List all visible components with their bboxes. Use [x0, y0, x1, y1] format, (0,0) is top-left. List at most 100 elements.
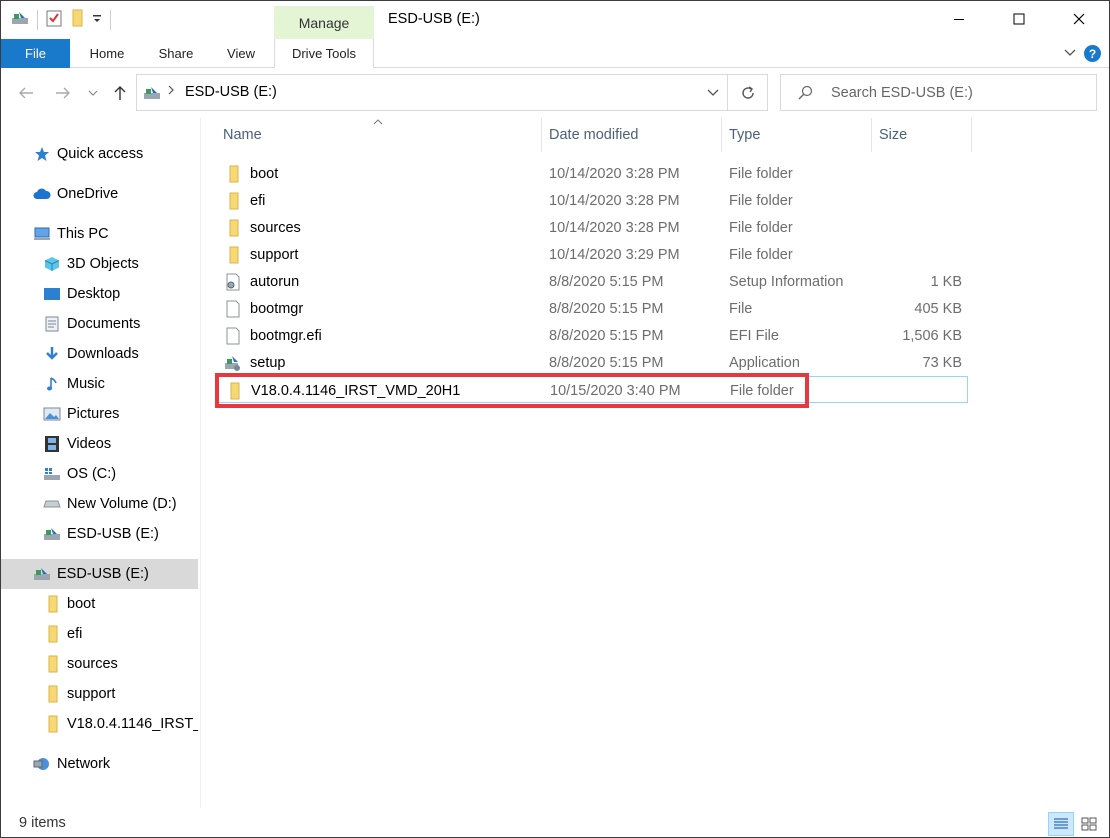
desktop-icon	[43, 285, 61, 303]
close-button[interactable]	[1056, 1, 1102, 37]
chevron-down-icon	[707, 89, 719, 96]
folder-icon	[224, 192, 242, 210]
setup-app-icon	[224, 354, 242, 372]
nav-folder-irst[interactable]: V18.0.4.1146_IRST_V	[43, 710, 198, 738]
search-box[interactable]	[780, 74, 1097, 111]
file-row[interactable]: autorun 8/8/2020 5:15 PM Setup Informati…	[216, 268, 966, 295]
file-date: 10/14/2020 3:28 PM	[549, 192, 680, 209]
nav-videos[interactable]: Videos	[43, 430, 111, 458]
up-button[interactable]	[109, 82, 131, 104]
tab-file[interactable]: File	[1, 39, 70, 68]
usb-drive-icon	[33, 565, 51, 583]
navigation-bar: ESD-USB (E:)	[1, 68, 1109, 118]
nav-new-volume-d[interactable]: New Volume (D:)	[43, 490, 177, 518]
file-date: 8/8/2020 5:15 PM	[549, 327, 664, 344]
column-header-name[interactable]: Name	[223, 118, 541, 152]
expand-ribbon-button[interactable]	[1063, 45, 1077, 63]
nav-folder-efi[interactable]: efi	[43, 620, 82, 648]
file-date: 8/8/2020 5:15 PM	[549, 273, 664, 290]
column-header-size[interactable]: Size	[879, 118, 971, 152]
file-row[interactable]: bootmgr.efi 8/8/2020 5:15 PM EFI File 1,…	[216, 322, 966, 349]
file-type: EFI File	[729, 327, 779, 344]
column-divider[interactable]	[721, 118, 722, 152]
search-input[interactable]	[831, 83, 1081, 103]
file-type: File folder	[729, 246, 793, 263]
file-row[interactable]: bootmgr 8/8/2020 5:15 PM File 405 KB	[216, 295, 966, 322]
address-history-button[interactable]	[703, 82, 723, 104]
tab-home[interactable]: Home	[79, 39, 135, 68]
tab-drive-tools[interactable]: Drive Tools	[274, 39, 374, 68]
file-row[interactable]: setup 8/8/2020 5:15 PM Application 73 KB	[216, 349, 966, 376]
search-icon	[797, 85, 813, 105]
annotation-highlight-box	[215, 373, 809, 408]
nav-label: 3D Objects	[67, 256, 139, 272]
arrow-right-icon	[56, 87, 70, 99]
documents-icon	[43, 315, 61, 333]
breadcrumb-chevron-icon[interactable]	[167, 84, 175, 99]
minimize-icon	[954, 19, 964, 20]
file-row[interactable]: sources 10/14/2020 3:28 PM File folder	[216, 214, 966, 241]
details-view-button[interactable]	[1048, 812, 1074, 836]
customize-toolbar-icon[interactable]	[92, 12, 102, 28]
nav-pictures[interactable]: Pictures	[43, 400, 119, 428]
properties-icon[interactable]	[46, 9, 62, 31]
nav-label: Pictures	[67, 406, 120, 422]
nav-network[interactable]: Network	[33, 750, 110, 778]
forward-button[interactable]	[52, 82, 74, 104]
folder-icon	[43, 655, 61, 673]
cube-icon	[43, 255, 61, 273]
file-row[interactable]: boot 10/14/2020 3:28 PM File folder	[216, 160, 966, 187]
column-divider[interactable]	[871, 118, 872, 152]
folder-icon	[224, 165, 242, 183]
nav-onedrive[interactable]: OneDrive	[33, 180, 118, 208]
address-bar[interactable]: ESD-USB (E:)	[136, 74, 728, 111]
back-button[interactable]	[15, 82, 37, 104]
nav-downloads[interactable]: Downloads	[43, 340, 139, 368]
nav-folder-sources[interactable]: sources	[43, 650, 118, 678]
nav-3d-objects[interactable]: 3D Objects	[43, 250, 139, 278]
nav-documents[interactable]: Documents	[43, 310, 140, 338]
file-size	[880, 377, 963, 404]
nav-folder-support[interactable]: support	[43, 680, 115, 708]
tab-share[interactable]: Share	[149, 39, 203, 68]
help-button[interactable]: ?	[1084, 45, 1101, 62]
file-type: File folder	[729, 192, 793, 209]
file-name: support	[250, 246, 299, 263]
item-count: 9 items	[19, 815, 66, 831]
nav-folder-boot[interactable]: boot	[43, 590, 95, 618]
nav-label: V18.0.4.1146_IRST_V	[67, 716, 198, 732]
nav-esd-usb-under-pc[interactable]: ESD-USB (E:)	[43, 520, 159, 548]
nav-music[interactable]: Music	[43, 370, 105, 398]
minimize-button[interactable]	[936, 1, 982, 37]
maximize-button[interactable]	[996, 1, 1042, 37]
file-size: 1 KB	[930, 273, 962, 290]
tab-view[interactable]: View	[217, 39, 265, 68]
nav-desktop[interactable]: Desktop	[43, 280, 120, 308]
nav-label: Desktop	[67, 286, 121, 302]
file-size	[879, 241, 962, 268]
nav-this-pc[interactable]: This PC	[33, 220, 109, 248]
nav-label: support	[67, 686, 116, 702]
column-divider[interactable]	[971, 118, 972, 152]
file-icon	[224, 300, 242, 318]
folder-icon	[43, 685, 61, 703]
column-header-type[interactable]: Type	[729, 118, 871, 152]
recent-locations-button[interactable]	[85, 82, 101, 104]
file-row[interactable]: support 10/14/2020 3:29 PM File folder	[216, 241, 966, 268]
nav-esd-usb-selected[interactable]: ESD-USB (E:)	[1, 559, 198, 589]
new-folder-icon[interactable]	[70, 9, 84, 31]
refresh-button[interactable]	[728, 74, 768, 111]
nav-os-c[interactable]: OS (C:)	[43, 460, 116, 488]
column-header-date[interactable]: Date modified	[549, 118, 721, 152]
tab-manage-context[interactable]: Manage	[274, 6, 374, 39]
file-name: bootmgr.efi	[250, 327, 322, 344]
navigation-pane: Quick access OneDrive This PC 3D Objects…	[1, 118, 198, 808]
file-row[interactable]: efi 10/14/2020 3:28 PM File folder	[216, 187, 966, 214]
music-icon	[43, 375, 61, 393]
nav-label: OS (C:)	[67, 466, 117, 482]
file-size: 1,506 KB	[902, 327, 962, 344]
large-icons-view-button[interactable]	[1076, 812, 1102, 836]
column-divider[interactable]	[541, 118, 542, 152]
nav-quick-access[interactable]: Quick access	[33, 140, 143, 168]
breadcrumb-current[interactable]: ESD-USB (E:)	[185, 84, 277, 100]
